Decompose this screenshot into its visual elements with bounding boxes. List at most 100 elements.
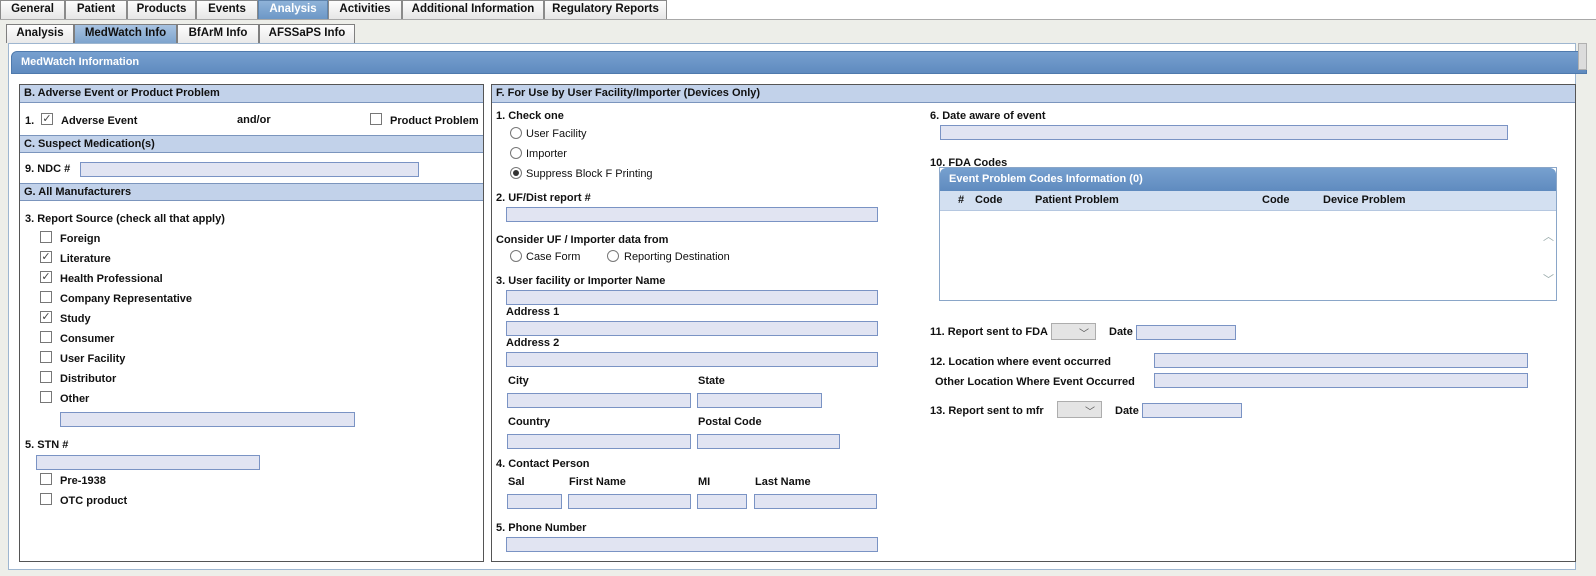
subtab-medwatch-info[interactable]: MedWatch Info: [74, 24, 177, 43]
source-study-checkbox[interactable]: ✓: [40, 311, 52, 323]
chevron-down-icon: ﹀: [1085, 407, 1095, 418]
first-name-input[interactable]: [568, 494, 691, 509]
adverse-event-checkbox[interactable]: ✓: [41, 113, 53, 125]
stn-input[interactable]: [36, 455, 260, 470]
uf-report-input[interactable]: [506, 207, 878, 222]
phone-number-input[interactable]: [506, 537, 878, 552]
tab-analysis[interactable]: Analysis: [258, 0, 328, 19]
grid-scroll-up-icon[interactable]: ︿: [1543, 228, 1554, 244]
source-study-label: Study: [60, 313, 91, 325]
adverse-event-label: Adverse Event: [61, 115, 138, 127]
address2-input[interactable]: [506, 352, 878, 367]
pre-1938-label: Pre-1938: [60, 475, 106, 487]
scrollbar[interactable]: [1578, 43, 1587, 70]
date-aware-input[interactable]: [940, 125, 1508, 140]
report-fda-date-input[interactable]: [1136, 325, 1236, 340]
tab-events[interactable]: Events: [196, 0, 258, 19]
report-sent-fda-select[interactable]: ﹀: [1051, 323, 1096, 340]
consider-label: Consider UF / Importer data from: [496, 234, 669, 246]
uf-report-label: 2. UF/Dist report #: [496, 192, 591, 204]
country-input[interactable]: [507, 434, 691, 449]
section-c-header: C. Suspect Medication(s): [20, 135, 483, 153]
radio-case-form-label: Case Form: [526, 251, 581, 263]
grid-column-headers: # Code Patient Problem Code Device Probl…: [940, 191, 1556, 211]
source-company-representative-checkbox[interactable]: [40, 291, 52, 303]
country-label: Country: [508, 416, 551, 428]
tab-activities[interactable]: Activities: [328, 0, 402, 19]
address2-label: Address 2: [506, 337, 560, 349]
report-sent-fda-label: 11. Report sent to FDA: [930, 326, 1048, 338]
source-company-representative-label: Company Representative: [60, 293, 193, 305]
mi-input[interactable]: [697, 494, 747, 509]
source-foreign-label: Foreign: [60, 233, 101, 245]
source-foreign-checkbox[interactable]: [40, 231, 52, 243]
otc-product-checkbox[interactable]: [40, 493, 52, 505]
check-one-label: 1. Check one: [496, 110, 564, 122]
tab-general[interactable]: General: [0, 0, 65, 19]
report-mfr-date-input[interactable]: [1142, 403, 1242, 418]
andor-label: and/or: [237, 114, 271, 126]
report-mfr-date-label: Date: [1115, 405, 1139, 417]
state-label: State: [698, 375, 725, 387]
section-f-header: F. For Use by User Facility/Importer (De…: [492, 85, 1575, 103]
source-health-professional-checkbox[interactable]: ✓: [40, 271, 52, 283]
radio-suppress-block-f[interactable]: [510, 167, 522, 179]
radio-reporting-destination-label: Reporting Destination: [624, 251, 730, 263]
top-tab-bar: General Patient Products Events Analysis…: [0, 0, 1596, 19]
first-name-label: First Name: [569, 476, 626, 488]
left-panel: B. Adverse Event or Product Problem 1. ✓…: [19, 84, 484, 562]
sal-label: Sal: [508, 476, 525, 488]
tab-products[interactable]: Products: [127, 0, 196, 19]
location-label: 12. Location where event occurred: [930, 356, 1111, 368]
subtab-analysis[interactable]: Analysis: [6, 24, 74, 43]
tab-patient[interactable]: Patient: [65, 0, 127, 19]
report-sent-mfr-select[interactable]: ﹀: [1057, 401, 1102, 418]
city-input[interactable]: [507, 393, 691, 408]
medwatch-header: MedWatch Information: [11, 51, 1587, 74]
source-user-facility-checkbox[interactable]: [40, 351, 52, 363]
col-patient-problem: Patient Problem: [1035, 194, 1119, 206]
source-other-checkbox[interactable]: [40, 391, 52, 403]
tab-regulatory-reports[interactable]: Regulatory Reports: [544, 0, 667, 19]
subtab-bfarm-info[interactable]: BfArM Info: [177, 24, 259, 43]
stn-label: 5. STN #: [25, 439, 69, 451]
mi-label: MI: [698, 476, 711, 488]
section-g-header: G. All Manufacturers: [20, 183, 483, 201]
product-problem-checkbox[interactable]: [370, 113, 382, 125]
source-literature-checkbox[interactable]: ✓: [40, 251, 52, 263]
radio-importer[interactable]: [510, 147, 522, 159]
state-input[interactable]: [697, 393, 822, 408]
location-input[interactable]: [1154, 353, 1528, 368]
last-name-input[interactable]: [754, 494, 877, 509]
source-distributor-checkbox[interactable]: [40, 371, 52, 383]
col-number: #: [958, 194, 965, 206]
last-name-label: Last Name: [755, 476, 811, 488]
report-sent-mfr-label: 13. Report sent to mfr: [930, 405, 1044, 417]
radio-importer-label: Importer: [526, 148, 567, 160]
col-device-problem: Device Problem: [1323, 194, 1406, 206]
radio-user-facility[interactable]: [510, 127, 522, 139]
pre-1938-checkbox[interactable]: [40, 473, 52, 485]
grid-scroll-down-icon[interactable]: ﹀: [1543, 271, 1554, 287]
chevron-down-icon: ﹀: [1079, 329, 1089, 340]
radio-reporting-destination[interactable]: [607, 250, 619, 262]
other-location-input[interactable]: [1154, 373, 1528, 388]
other-location-label: Other Location Where Event Occurred: [935, 376, 1135, 388]
address1-input[interactable]: [506, 321, 878, 336]
source-other-label: Other: [60, 393, 90, 405]
facility-name-input[interactable]: [506, 290, 878, 305]
ndc-input[interactable]: [80, 162, 419, 177]
tab-additional-information[interactable]: Additional Information: [402, 0, 544, 19]
radio-case-form[interactable]: [510, 250, 522, 262]
sal-input[interactable]: [507, 494, 562, 509]
postal-code-input[interactable]: [697, 434, 840, 449]
event-problem-codes-grid: Event Problem Codes Information (0) # Co…: [939, 167, 1557, 301]
otc-product-label: OTC product: [60, 495, 128, 507]
report-source-label: 3. Report Source (check all that apply): [25, 213, 225, 225]
subtab-afssaps-info[interactable]: AFSSaPS Info: [259, 24, 355, 43]
source-consumer-checkbox[interactable]: [40, 331, 52, 343]
source-consumer-label: Consumer: [60, 333, 115, 345]
source-other-input[interactable]: [60, 412, 355, 427]
phone-number-label: 5. Phone Number: [496, 522, 587, 534]
address1-label: Address 1: [506, 306, 560, 318]
